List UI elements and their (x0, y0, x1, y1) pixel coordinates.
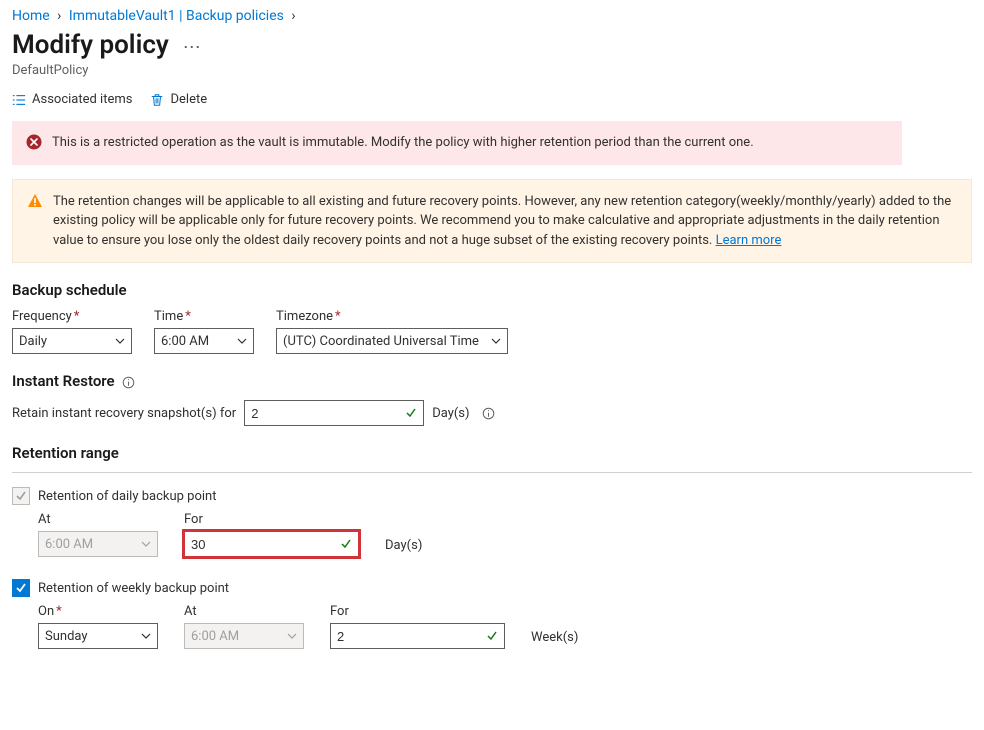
daily-at-select: 6:00 AM (38, 531, 158, 557)
chevron-down-icon (237, 336, 247, 346)
frequency-label: Frequency* (12, 309, 132, 324)
delete-label: Delete (170, 92, 207, 107)
checkmark-icon (340, 538, 352, 550)
weekly-for-input[interactable] (330, 623, 505, 649)
associated-items-label: Associated items (32, 92, 132, 107)
backup-schedule-heading: Backup schedule (12, 281, 972, 299)
breadcrumb-vault[interactable]: ImmutableVault1 | Backup policies (69, 8, 284, 24)
chevron-right-icon: › (53, 8, 65, 24)
chevron-down-icon (491, 336, 501, 346)
weekly-for-label: For (330, 604, 505, 619)
timezone-value: (UTC) Coordinated Universal Time (283, 334, 479, 349)
warning-icon (27, 193, 43, 251)
error-banner-text: This is a restricted operation as the va… (52, 133, 888, 153)
checkbox-icon (12, 487, 30, 505)
list-icon (12, 93, 26, 107)
weekly-retention-checkbox[interactable]: Retention of weekly backup point (12, 579, 229, 597)
instant-retain-input[interactable] (244, 400, 424, 426)
breadcrumb: Home › ImmutableVault1 | Backup policies… (12, 8, 972, 24)
daily-retention-checkbox: Retention of daily backup point (12, 487, 216, 505)
instant-retain-field[interactable] (251, 406, 417, 421)
breadcrumb-home[interactable]: Home (12, 8, 50, 24)
instant-retain-label: Retain instant recovery snapshot(s) for (12, 406, 236, 421)
weekly-at-label: At (184, 604, 304, 619)
instant-retain-unit: Day(s) (432, 406, 469, 421)
page-title: Modify policy (12, 30, 169, 60)
daily-for-label: For (184, 512, 359, 527)
weekly-on-value: Sunday (45, 629, 88, 644)
chevron-right-icon: › (287, 8, 299, 24)
info-icon[interactable] (122, 376, 135, 389)
toolbar: Associated items Delete (12, 92, 972, 107)
delete-button[interactable]: Delete (150, 92, 207, 107)
timezone-select[interactable]: (UTC) Coordinated Universal Time (276, 328, 508, 354)
chevron-down-icon (287, 631, 297, 641)
retention-range-heading: Retention range (12, 444, 972, 462)
weekly-for-field[interactable] (337, 629, 498, 644)
weekly-at-select: 6:00 AM (184, 623, 304, 649)
checkbox-icon (12, 579, 30, 597)
page-subtitle: DefaultPolicy (12, 63, 972, 78)
time-select[interactable]: 6:00 AM (154, 328, 254, 354)
info-icon[interactable] (482, 407, 495, 420)
timezone-label: Timezone* (276, 309, 508, 324)
daily-for-input[interactable] (184, 531, 359, 557)
frequency-value: Daily (19, 334, 47, 349)
frequency-select[interactable]: Daily (12, 328, 132, 354)
more-actions-button[interactable]: ⋯ (183, 39, 201, 61)
chevron-down-icon (115, 336, 125, 346)
daily-for-unit: Day(s) (385, 538, 422, 553)
daily-retention-label: Retention of daily backup point (38, 489, 216, 504)
warning-banner-text: The retention changes will be applicable… (53, 194, 951, 248)
instant-restore-heading: Instant Restore (12, 372, 972, 390)
time-value: 6:00 AM (161, 334, 209, 349)
weekly-on-label: On* (38, 604, 158, 619)
weekly-on-select[interactable]: Sunday (38, 623, 158, 649)
chevron-down-icon (141, 539, 151, 549)
weekly-retention-label: Retention of weekly backup point (38, 581, 229, 596)
divider (12, 472, 972, 473)
daily-at-label: At (38, 512, 158, 527)
chevron-down-icon (141, 631, 151, 641)
weekly-at-value: 6:00 AM (191, 629, 239, 644)
checkmark-icon (405, 407, 417, 419)
trash-icon (150, 93, 164, 107)
warning-banner: The retention changes will be applicable… (12, 179, 972, 264)
time-label: Time* (154, 309, 254, 324)
checkmark-icon (486, 630, 498, 642)
learn-more-link[interactable]: Learn more (716, 233, 782, 248)
daily-at-value: 6:00 AM (45, 537, 93, 552)
weekly-for-unit: Week(s) (531, 630, 578, 645)
daily-for-field[interactable] (191, 537, 352, 552)
error-banner: This is a restricted operation as the va… (12, 121, 902, 165)
associated-items-button[interactable]: Associated items (12, 92, 132, 107)
error-icon (26, 134, 42, 153)
